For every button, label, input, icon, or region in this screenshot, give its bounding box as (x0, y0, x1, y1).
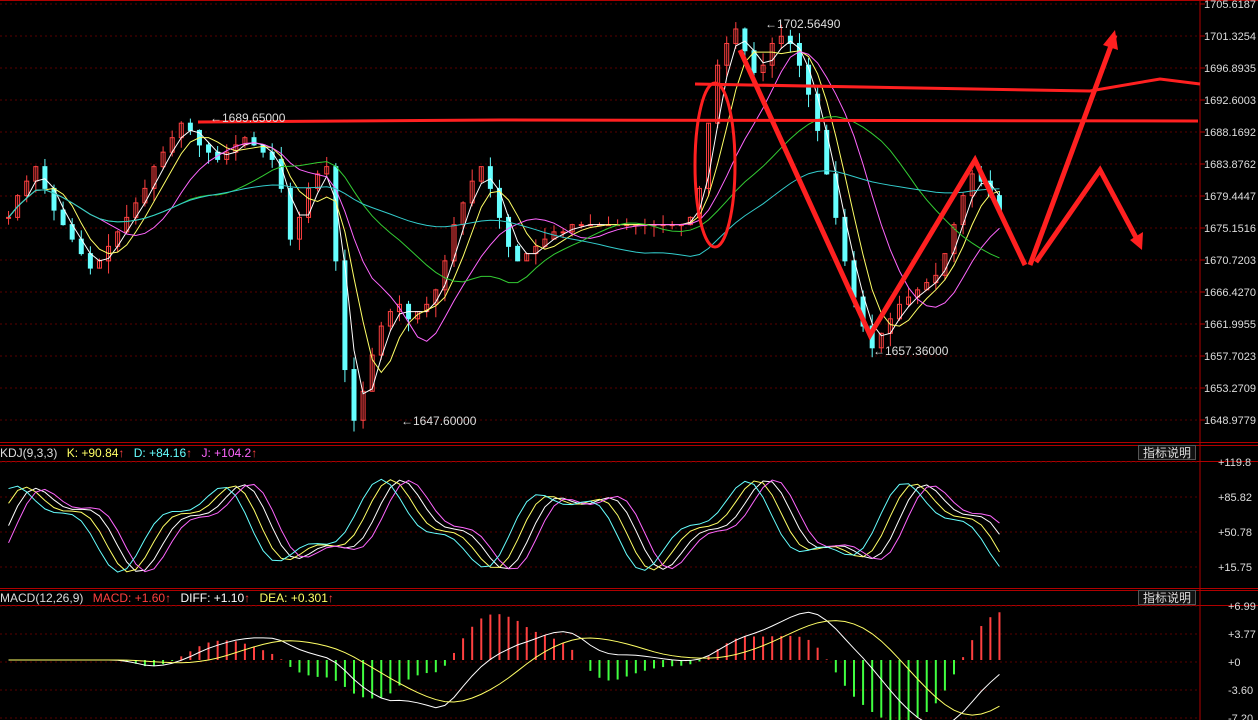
kdj-tick-label: +50.78 (1218, 527, 1252, 539)
macd-header: MACD(12,26,9) MACD: +1.60↑ DIFF: +1.10↑ … (0, 590, 340, 606)
kdj-line (8, 479, 1000, 573)
stock-chart: 1705.6187 1701.3254 1696.8935 1692.6003 1688… (0, 0, 1258, 720)
up-arrow-icon: ↑ (244, 591, 251, 605)
price-extreme-label: ←1702.56490 (765, 17, 841, 31)
macd-diff-value: DIFF: +1.10 (180, 591, 245, 605)
candle-body (269, 151, 275, 160)
highlight-ellipse (693, 81, 737, 249)
price-tick-label: 1657.7023 (1204, 351, 1256, 363)
candle-body (87, 253, 93, 269)
candle-body (560, 231, 566, 234)
moving-average-line (8, 40, 1000, 395)
price-tick-label: 1701.3254 (1204, 31, 1256, 43)
up-arrow-icon: ↑ (118, 446, 125, 460)
macd-tick-label: +0 (1228, 657, 1241, 669)
candle-body (515, 245, 521, 262)
forecast-arrow (1033, 165, 1143, 264)
up-arrow-icon: ↑ (186, 446, 193, 460)
price-tick-label: 1675.1516 (1204, 223, 1256, 235)
price-tick-label: 1705.6187 (1204, 0, 1256, 11)
macd-tick-label: +6.99 (1228, 601, 1256, 613)
macd-help-button[interactable]: 指标说明 (1138, 590, 1196, 605)
price-tick-label: 1683.8762 (1204, 159, 1256, 171)
macd-dea-value: DEA: +0.301 (259, 591, 328, 605)
candle-body (742, 28, 748, 52)
kdj-line (8, 478, 1000, 573)
macd-value: MACD: +1.60 (92, 591, 166, 605)
price-extreme-label: ←1647.60000 (401, 414, 477, 428)
kdj-tick-label: +85.82 (1218, 492, 1252, 504)
candle-body (42, 166, 48, 189)
kdj-header: KDJ(9,3,3) K: +90.84↑ D: +84.16↑ J: +104… (0, 445, 263, 461)
macd-tick-label: -7.20 (1228, 713, 1253, 720)
price-extreme-label: ←1657.36000 (873, 344, 949, 358)
candle-body (806, 64, 812, 95)
price-tick-label: 1653.2709 (1204, 383, 1256, 395)
arrow-head-icon (1103, 30, 1118, 50)
up-arrow-icon: ↑ (165, 591, 172, 605)
price-tick-label: 1648.9779 (1204, 415, 1256, 427)
macd-dea-line (8, 620, 1000, 716)
kdj-tick-label: +119.8 (1218, 457, 1251, 469)
candle-body (815, 93, 821, 131)
price-tick-label: 1666.4270 (1204, 287, 1256, 299)
kdj-help-button[interactable]: 指标说明 (1138, 445, 1196, 460)
candle-body (487, 166, 493, 189)
macd-diff-line (8, 611, 1000, 720)
kdj-title: KDJ(9,3,3) (0, 446, 58, 460)
forecast-arrow (1027, 34, 1118, 266)
candle-body (206, 144, 212, 153)
kdj-k-value: K: +90.84 (66, 446, 119, 460)
candle-body (187, 122, 193, 131)
candle-body (60, 209, 66, 226)
kdj-tick-label: +15.75 (1218, 562, 1252, 574)
macd-tick-label: +3.77 (1228, 629, 1256, 641)
candle-body (351, 369, 357, 421)
price-tick-label: 1692.6003 (1204, 95, 1256, 107)
price-tick-label: 1696.8935 (1204, 63, 1256, 75)
horizontal-resistance-line (694, 77, 1201, 93)
price-tick-label: 1670.7203 (1204, 255, 1256, 267)
kdj-j-value: J: +104.2 (201, 446, 252, 460)
macd-tick-label: -3.60 (1228, 685, 1253, 697)
macd-title: MACD(12,26,9) (0, 591, 84, 605)
kdj-line (8, 479, 1000, 572)
candle-body (6, 216, 12, 219)
kdj-line (8, 479, 1000, 573)
kdj-d-value: D: +84.16 (133, 446, 187, 460)
price-extreme-label: ←1689.65000 (210, 111, 286, 125)
forecast-path (737, 48, 1028, 341)
price-tick-label: 1688.1692 (1204, 127, 1256, 139)
price-tick-label: 1679.4447 (1204, 191, 1256, 203)
up-arrow-icon: ↑ (251, 446, 258, 460)
candle-body (578, 224, 584, 227)
candle-body (251, 137, 257, 146)
price-tick-label: 1661.9955 (1204, 319, 1256, 331)
up-arrow-icon: ↑ (327, 591, 334, 605)
